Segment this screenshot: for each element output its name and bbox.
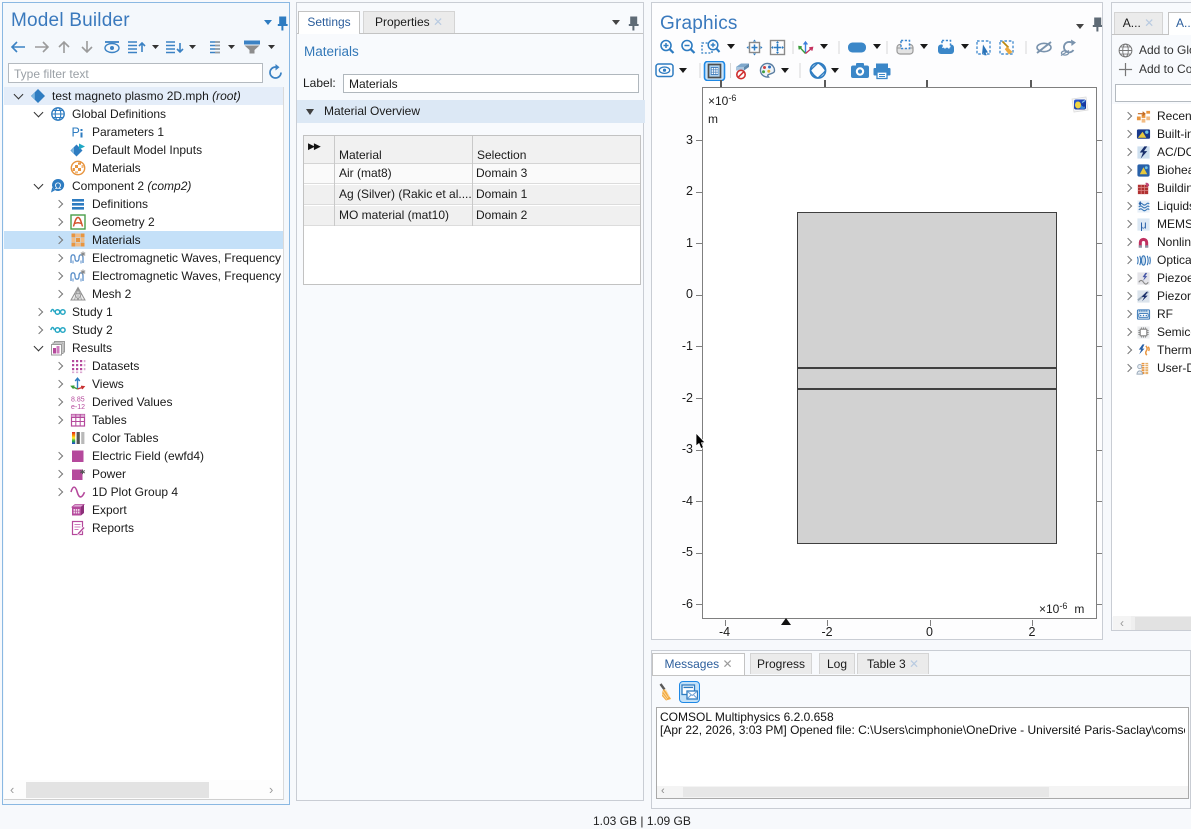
svg-text:8.85: 8.85 [71,397,85,404]
svg-text:P: P [72,126,80,140]
svg-text:Ω: Ω [55,181,62,191]
svg-text:μ: μ [1140,219,1146,231]
svg-text:e-12: e-12 [71,404,85,410]
